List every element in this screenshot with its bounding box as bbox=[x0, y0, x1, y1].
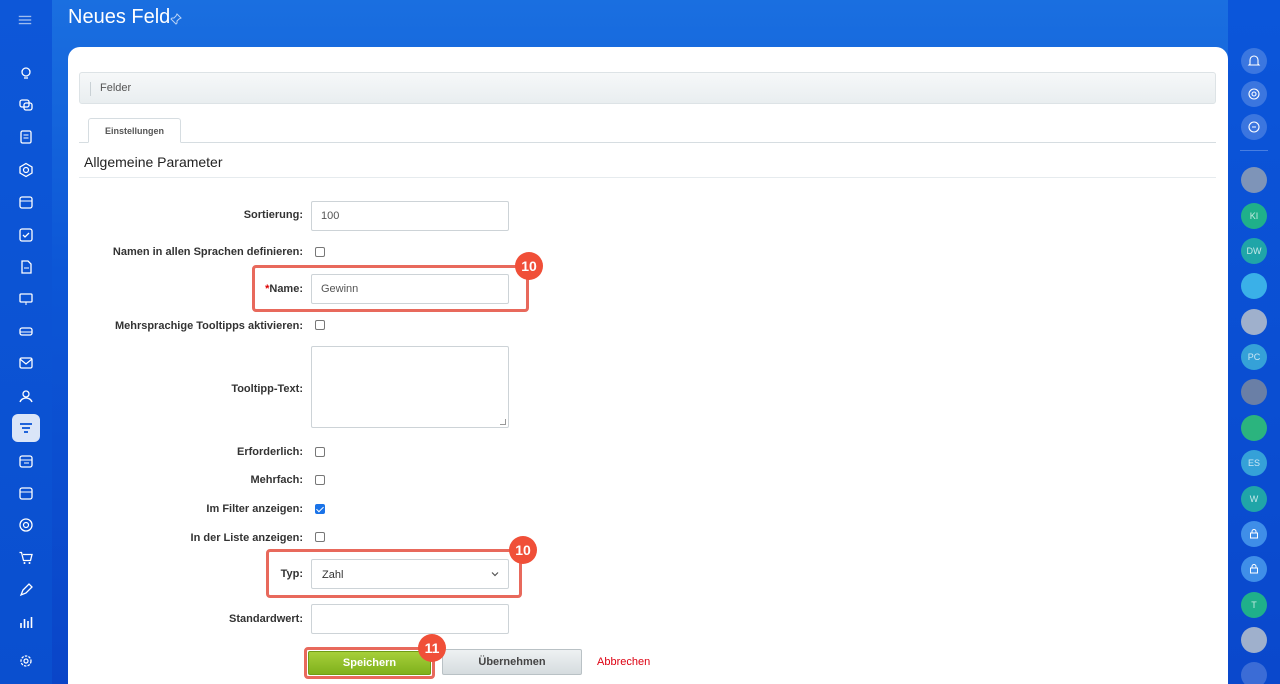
contact-avatar-dw[interactable]: DW bbox=[1241, 238, 1267, 264]
required-checkbox[interactable] bbox=[315, 447, 325, 457]
hexagon-icon bbox=[19, 162, 33, 178]
contact-avatar-4[interactable] bbox=[1241, 627, 1267, 653]
mail-icon bbox=[19, 357, 33, 369]
save-highlight bbox=[304, 647, 435, 679]
copilot-icon[interactable] bbox=[1241, 81, 1267, 107]
sidebar-item-contacts[interactable] bbox=[12, 382, 40, 410]
sidebar-item-feed[interactable] bbox=[12, 123, 40, 151]
contact-avatar-2[interactable] bbox=[1241, 309, 1267, 335]
contact-avatar-w[interactable]: W bbox=[1241, 486, 1267, 512]
sidebar-item-tasks[interactable] bbox=[12, 221, 40, 249]
drive-icon bbox=[19, 327, 33, 336]
contact-avatar-3[interactable] bbox=[1241, 379, 1267, 405]
contact-avatar-chat[interactable] bbox=[1241, 273, 1267, 299]
show-in-list-label: In der Liste anzeigen: bbox=[190, 532, 303, 544]
pin-icon[interactable] bbox=[170, 12, 182, 30]
section-title: Allgemeine Parameter bbox=[84, 154, 223, 170]
lock-icon[interactable] bbox=[1241, 521, 1267, 547]
checkbox-icon bbox=[19, 228, 33, 242]
contact-avatar-t[interactable]: T bbox=[1241, 592, 1267, 618]
tooltip-textarea[interactable] bbox=[311, 346, 509, 428]
show-in-filter-label: Im Filter anzeigen: bbox=[206, 503, 303, 515]
sidebar-item-crm[interactable] bbox=[12, 414, 40, 442]
required-label: Erforderlich: bbox=[236, 446, 303, 458]
sidebar-item-mail[interactable] bbox=[12, 349, 40, 377]
sidebar-item-chat[interactable] bbox=[12, 91, 40, 119]
calendar-icon bbox=[19, 196, 33, 209]
multilang-tooltips-label: Mehrsprachige Tooltipps aktivieren: bbox=[114, 320, 303, 332]
multiple-label: Mehrfach: bbox=[250, 474, 303, 486]
sidebar-item-drive[interactable] bbox=[12, 317, 40, 345]
sidebar-item-docs[interactable] bbox=[12, 253, 40, 281]
names-all-langs-checkbox[interactable] bbox=[315, 247, 325, 257]
presentation-icon bbox=[19, 293, 33, 305]
type-highlight bbox=[266, 549, 522, 598]
sort-label: Sortierung: bbox=[243, 209, 303, 221]
step-badge-save: 11 bbox=[418, 634, 446, 662]
sort-input[interactable] bbox=[311, 201, 509, 231]
multiple-checkbox[interactable] bbox=[315, 475, 325, 485]
right-sidebar: KI DW PC ES W T bbox=[1228, 0, 1280, 684]
breadcrumb-link-felder[interactable]: Felder bbox=[100, 82, 131, 94]
funnel-icon bbox=[20, 423, 32, 433]
multilang-tooltips-checkbox[interactable] bbox=[315, 320, 325, 330]
names-all-langs-label: Namen in allen Sprachen definieren: bbox=[112, 246, 303, 258]
sidebar-item-sign[interactable] bbox=[12, 576, 40, 604]
target-icon bbox=[19, 518, 33, 532]
contact-avatar-1[interactable] bbox=[1241, 167, 1267, 193]
default-label: Standardwert: bbox=[229, 613, 303, 625]
sidebar-item-analytics[interactable] bbox=[12, 608, 40, 636]
apply-button[interactable]: Übernehmen bbox=[442, 649, 582, 675]
gear-icon bbox=[20, 655, 32, 667]
chat-icon bbox=[19, 99, 33, 111]
cancel-link[interactable]: Abbrechen bbox=[597, 656, 650, 668]
default-input[interactable] bbox=[311, 604, 509, 634]
calendar-grid-icon bbox=[19, 455, 33, 468]
sidebar-item-store[interactable] bbox=[12, 479, 40, 507]
tooltip-text-label: Tooltipp-Text: bbox=[231, 383, 303, 395]
contact-avatar-ki[interactable]: KI bbox=[1241, 203, 1267, 229]
sidebar-item-shop[interactable] bbox=[12, 544, 40, 572]
sidebar-item-boards[interactable] bbox=[12, 285, 40, 313]
sidebar-item-marketing[interactable] bbox=[12, 511, 40, 539]
step-badge-type: 10 bbox=[509, 536, 537, 564]
lightbulb-icon bbox=[21, 67, 31, 79]
contact-group-icon[interactable] bbox=[1241, 415, 1267, 441]
tab-einstellungen[interactable]: Einstellungen bbox=[88, 118, 181, 143]
document-icon bbox=[20, 130, 32, 144]
bar-chart-icon bbox=[20, 617, 33, 628]
sidebar-item-groups[interactable] bbox=[12, 156, 40, 184]
show-in-list-checkbox[interactable] bbox=[315, 532, 325, 542]
file-icon bbox=[21, 260, 32, 274]
page-title: Neues Feld bbox=[68, 6, 171, 28]
sidebar-item-booking[interactable] bbox=[12, 447, 40, 475]
sidebar-item-calendar[interactable] bbox=[12, 188, 40, 216]
bell-icon[interactable] bbox=[1241, 48, 1267, 74]
breadcrumb: Felder bbox=[79, 72, 1216, 104]
search-chat-icon[interactable] bbox=[1241, 114, 1267, 140]
hamburger-menu-icon[interactable] bbox=[17, 12, 35, 26]
step-badge-name: 10 bbox=[515, 252, 543, 280]
divider bbox=[1240, 150, 1268, 151]
users-icon bbox=[19, 390, 33, 403]
pen-icon bbox=[19, 583, 33, 597]
main-panel: Felder Einstellungen Allgemeine Paramete… bbox=[68, 47, 1228, 684]
sidebar-item-settings[interactable] bbox=[12, 647, 40, 675]
name-highlight bbox=[252, 265, 529, 312]
contact-avatar-es[interactable]: ES bbox=[1241, 450, 1267, 476]
resize-handle[interactable] bbox=[500, 419, 506, 425]
cart-icon bbox=[19, 551, 33, 564]
show-in-filter-checkbox[interactable] bbox=[315, 504, 325, 514]
storefront-icon bbox=[19, 487, 33, 500]
more-icon[interactable] bbox=[1241, 662, 1267, 684]
sidebar-item-ideas[interactable] bbox=[12, 59, 40, 87]
left-sidebar bbox=[0, 0, 52, 684]
lock-icon-2[interactable] bbox=[1241, 556, 1267, 582]
contact-avatar-pc[interactable]: PC bbox=[1241, 344, 1267, 370]
